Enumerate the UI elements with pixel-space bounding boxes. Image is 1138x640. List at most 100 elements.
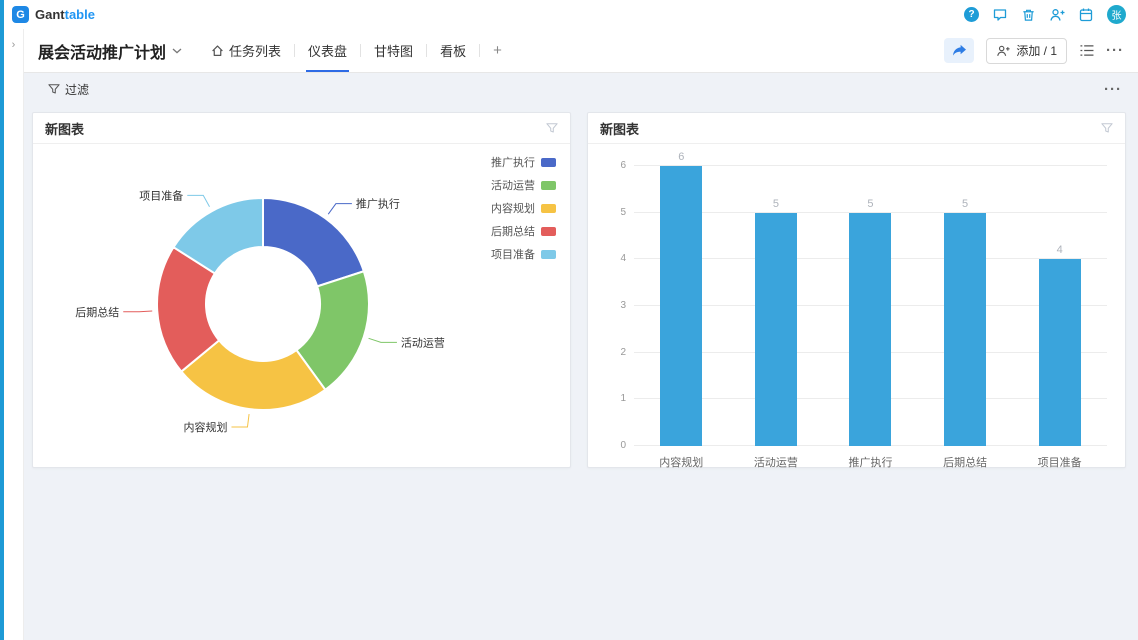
card-title: 新图表 [600,119,639,138]
pie-label-line [187,195,209,206]
share-button[interactable] [944,38,974,63]
x-axis-label: 项目准备 [1012,454,1107,470]
tab-label: 仪表盘 [308,41,347,60]
legend-label: 活动运营 [491,177,535,193]
chart-legend: 推广执行活动运营内容规划后期总结项目准备 [491,154,556,262]
legend-label: 项目准备 [491,246,535,262]
brand-name: Ganttable [35,7,95,22]
tab-label: 任务列表 [229,41,281,60]
card-filter-icon[interactable] [546,122,558,134]
x-axis-label: 内容规划 [634,454,729,470]
topbar: G Ganttable ? 张 [4,0,1138,29]
sidebar-gutter: › [4,29,24,640]
page-header: 展会活动推广计划 任务列表 仪表盘 甘特图 看板 + [24,29,1138,73]
y-tick-label: 2 [602,347,626,358]
list-settings-icon[interactable] [1079,44,1094,57]
add-member-button[interactable]: 添加 / 1 [986,38,1067,64]
trash-icon[interactable] [1021,7,1036,23]
bar-chart-card: 新图表 012345665554 内容规划活动运营推广执行后期总结项目准备 [587,112,1126,468]
bar[interactable] [660,166,702,446]
legend-item[interactable]: 活动运营 [491,177,556,193]
tab-gantt[interactable]: 甘特图 [361,29,426,72]
x-axis-labels: 内容规划活动运营推广执行后期总结项目准备 [634,454,1107,470]
tab-dashboard[interactable]: 仪表盘 [295,29,360,72]
pie-slice[interactable] [263,198,364,286]
donut-chart: 推广执行活动运营内容规划后期总结项目准备 [33,144,568,467]
logo-icon: G [12,6,29,23]
pie-label: 活动运营 [401,335,445,349]
add-user-icon[interactable] [1049,7,1065,23]
pie-label-line [328,204,352,215]
topbar-actions: ? 张 [964,5,1126,24]
page-title: 展会活动推广计划 [38,39,166,63]
filter-bar: 过滤 ··· [24,73,1138,105]
pie-chart-body: 推广执行活动运营内容规划后期总结项目准备 推广执行活动运营内容规划后期总结项目准… [33,144,570,472]
share-icon [952,44,967,57]
x-axis-label: 后期总结 [918,454,1013,470]
y-tick-label: 3 [602,300,626,311]
legend-swatch [541,158,556,167]
legend-swatch [541,204,556,213]
message-icon[interactable] [992,7,1008,23]
logo[interactable]: G Ganttable [12,6,95,23]
legend-item[interactable]: 后期总结 [491,223,556,239]
y-tick-label: 5 [602,207,626,218]
tab-bar: 任务列表 仪表盘 甘特图 看板 + [198,29,515,72]
legend-item[interactable]: 内容规划 [491,200,556,216]
tab-label: + [493,42,502,59]
legend-swatch [541,227,556,236]
bar[interactable] [849,213,891,446]
x-axis-label: 推广执行 [823,454,918,470]
dashboard-cards: 新图表 推广执行活动运营内容规划后期总结项目准备 推广执行活动运营内容规划后期总… [24,105,1138,468]
bar-slot: 6 [634,151,729,446]
pie-label-line [369,338,397,342]
home-icon [211,44,224,57]
header-actions: 添加 / 1 ··· [944,38,1124,64]
bar-value-label: 5 [867,198,873,210]
person-plus-icon [996,44,1010,58]
pie-label: 内容规划 [183,420,227,434]
bar-slot: 5 [823,198,918,446]
brand-dark: Gant [35,7,65,22]
legend-label: 后期总结 [491,223,535,239]
bar[interactable] [944,213,986,446]
y-tick-label: 1 [602,393,626,404]
legend-label: 推广执行 [491,154,535,170]
y-tick-label: 6 [602,160,626,171]
legend-swatch [541,181,556,190]
tab-task-list[interactable]: 任务列表 [198,29,294,72]
legend-item[interactable]: 推广执行 [491,154,556,170]
project-title[interactable]: 展会活动推广计划 [38,39,182,63]
help-icon[interactable]: ? [964,7,979,22]
chevron-down-icon [172,48,182,54]
legend-swatch [541,250,556,259]
bar[interactable] [1039,259,1081,446]
bar-value-label: 5 [962,198,968,210]
legend-label: 内容规划 [491,200,535,216]
legend-item[interactable]: 项目准备 [491,246,556,262]
pie-label: 后期总结 [75,305,119,319]
add-member-label: 添加 / 1 [1016,42,1057,59]
card-filter-icon[interactable] [1101,122,1113,134]
bar-value-label: 4 [1057,244,1063,256]
tab-add[interactable]: + [480,29,515,72]
user-avatar[interactable]: 张 [1107,5,1126,24]
bar-slot: 5 [918,198,1013,446]
more-icon[interactable]: ··· [1106,43,1124,58]
bar-slot: 5 [729,198,824,446]
tab-kanban[interactable]: 看板 [427,29,479,72]
tab-label: 甘特图 [374,41,413,60]
filter-button[interactable]: 过滤 [48,81,89,98]
bar-slot: 4 [1012,244,1107,446]
more-icon[interactable]: ··· [1104,82,1122,97]
bar-value-label: 5 [773,198,779,210]
y-tick-label: 4 [602,253,626,264]
brand-accent: table [65,7,95,22]
card-header: 新图表 [33,113,570,144]
calendar-icon[interactable] [1078,7,1094,23]
funnel-icon [48,83,60,95]
bar-chart-body: 012345665554 内容规划活动运营推广执行后期总结项目准备 [588,144,1125,470]
sidebar-expand-button[interactable]: › [8,39,20,51]
bar[interactable] [755,213,797,446]
bar-value-label: 6 [678,151,684,163]
